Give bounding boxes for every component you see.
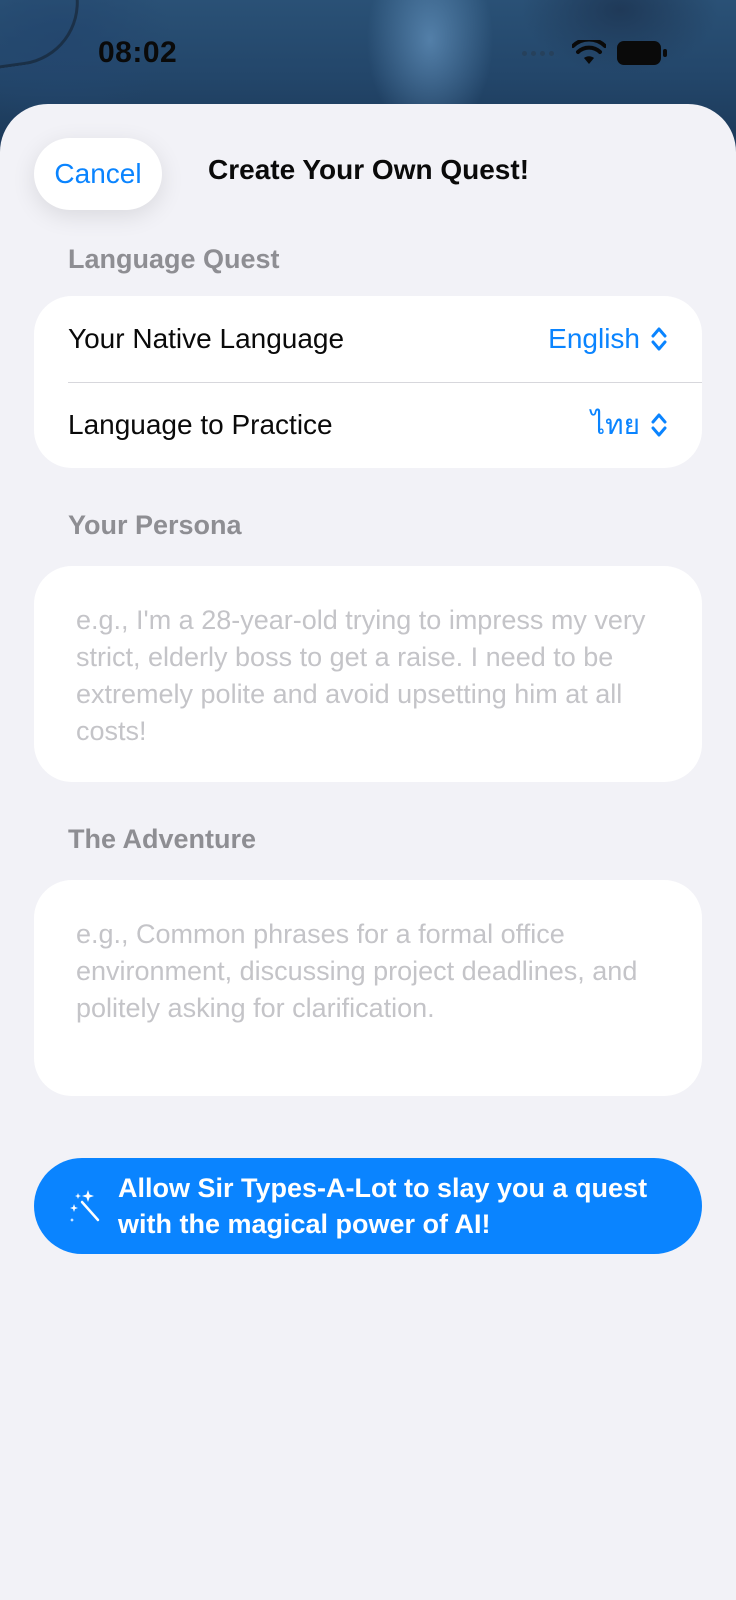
- native-language-picker[interactable]: English: [548, 323, 668, 355]
- create-quest-sheet: Cancel Create Your Own Quest! Language Q…: [0, 104, 736, 1600]
- native-language-label: Your Native Language: [68, 323, 345, 354]
- battery-icon: [617, 41, 667, 65]
- cancel-button[interactable]: Cancel: [34, 138, 162, 210]
- adventure-input[interactable]: e.g., Common phrases for a formal office…: [34, 880, 702, 1096]
- persona-input[interactable]: e.g., I'm a 28-year-old trying to impres…: [34, 566, 702, 782]
- wifi-icon: [572, 40, 606, 64]
- chevron-up-down-icon: [651, 413, 667, 437]
- status-bar: 08:02: [0, 0, 736, 104]
- adventure-placeholder: e.g., Common phrases for a formal office…: [76, 919, 638, 1023]
- generate-quest-ai-label: Allow Sir Types-A-Lot to slay you a ques…: [118, 1173, 648, 1239]
- generate-quest-ai-button[interactable]: Allow Sir Types-A-Lot to slay you a ques…: [34, 1158, 702, 1254]
- section-header-persona: Your Persona: [68, 510, 242, 540]
- practice-language-label: Language to Practice: [68, 409, 333, 440]
- magic-wand-icon: [70, 1190, 100, 1222]
- practice-language-row[interactable]: Language to Practice ไทย: [68, 382, 668, 468]
- signal-dots-icon: [522, 50, 554, 56]
- chevron-up-down-icon: [651, 327, 667, 351]
- section-header-language-quest: Language Quest: [68, 244, 280, 274]
- practice-language-value: ไทย: [591, 409, 640, 440]
- status-time: 08:02: [98, 36, 178, 69]
- page-title: Create Your Own Quest!: [208, 154, 530, 185]
- practice-language-picker[interactable]: ไทย: [591, 403, 668, 447]
- persona-placeholder: e.g., I'm a 28-year-old trying to impres…: [76, 605, 646, 746]
- status-icons: [522, 40, 668, 66]
- section-header-adventure: The Adventure: [68, 824, 257, 854]
- language-card: Your Native Language English Language to…: [34, 296, 702, 468]
- native-language-row[interactable]: Your Native Language English: [68, 296, 668, 382]
- native-language-value: English: [548, 323, 640, 354]
